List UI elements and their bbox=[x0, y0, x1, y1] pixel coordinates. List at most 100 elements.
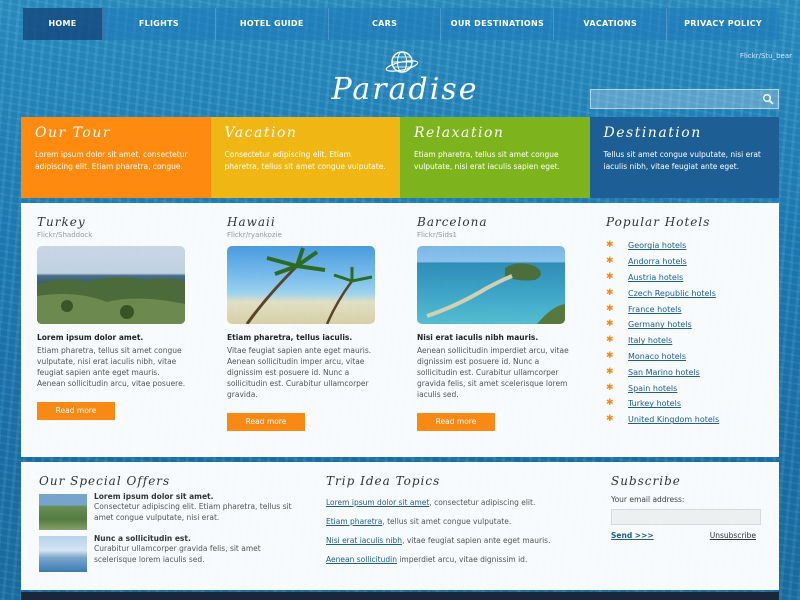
offer-thumbnail[interactable] bbox=[39, 494, 87, 530]
search-icon[interactable] bbox=[762, 93, 774, 105]
feature-banner: Our Tour Lorem ipsum dolor sit amet, con… bbox=[21, 117, 779, 198]
destination-heading: Nisi erat iaculis nibh mauris. bbox=[417, 333, 539, 342]
star-icon: ✱ bbox=[606, 303, 614, 314]
photo-credit: Flickr/ryankozie bbox=[227, 231, 282, 239]
list-item: Aenean sollicitudin imperdiet arcu, vita… bbox=[326, 555, 586, 564]
footer-bar bbox=[21, 592, 779, 600]
site-logo[interactable]: Paradise bbox=[330, 48, 480, 108]
hotel-link[interactable]: United Kingdom hotels bbox=[628, 415, 719, 424]
hotel-link[interactable]: France hotels bbox=[628, 305, 682, 314]
search-input[interactable] bbox=[591, 90, 751, 108]
read-more-button[interactable]: Read more bbox=[417, 413, 495, 431]
banner-text: Consectetur adipiscing elit. Etiam phare… bbox=[224, 150, 386, 171]
banner-title: Destination bbox=[603, 125, 702, 141]
banner-destination[interactable]: Destination Tellus sit amet congue vulpu… bbox=[589, 117, 779, 198]
destination-photo[interactable] bbox=[37, 246, 185, 324]
banner-relaxation[interactable]: Relaxation Etiam pharetra, tellus sit am… bbox=[400, 117, 590, 198]
star-icon: ✱ bbox=[606, 271, 614, 282]
destination-text: Etiam pharetra, tellus sit amet congue v… bbox=[37, 346, 186, 388]
list-item[interactable]: Lorem ipsum dolor sit amet. Consectetur … bbox=[39, 492, 299, 530]
list-item: ✱ Georgia hotels bbox=[606, 238, 766, 254]
offer-text: Curabitur ullamcorper gravida felis, sit… bbox=[94, 544, 261, 564]
star-icon: ✱ bbox=[606, 256, 614, 267]
banner-our-tour[interactable]: Our Tour Lorem ipsum dolor sit amet, con… bbox=[21, 117, 211, 198]
list-item: ✱ Turkey hotels bbox=[606, 396, 766, 412]
hotel-link[interactable]: Spain hotels bbox=[628, 384, 677, 393]
photo-credit: Flickr/Shaddock bbox=[37, 231, 93, 239]
topic-text: , vitae feugiat sapien ante eget mauris. bbox=[402, 536, 551, 545]
subscribe-title: Subscribe bbox=[611, 474, 681, 488]
destination-card-hawaii: Hawaii Flickr/ryankozie Etiam pharetra, … bbox=[227, 215, 387, 431]
banner-text: Tellus sit amet congue vulputate, nisi e… bbox=[603, 150, 761, 171]
trip-topics-title: Trip Idea Topics bbox=[326, 474, 441, 488]
special-offers: Our Special Offers Lorem ipsum dolor sit… bbox=[39, 474, 299, 572]
star-icon: ✱ bbox=[606, 382, 614, 393]
hotel-link[interactable]: Italy hotels bbox=[628, 336, 672, 345]
destination-heading: Lorem ipsum dolor amet. bbox=[37, 333, 144, 342]
nav-item-home[interactable]: HOME bbox=[23, 8, 103, 40]
special-offers-title: Our Special Offers bbox=[39, 474, 171, 488]
destination-card-barcelona: Barcelona Flickr/Sids1 Nisi erat iaculis… bbox=[417, 215, 577, 431]
popular-hotels-title: Popular Hotels bbox=[606, 215, 711, 229]
hotel-link[interactable]: Austria hotels bbox=[628, 273, 683, 282]
destination-heading: Etiam pharetra, tellus iaculis. bbox=[227, 333, 353, 342]
banner-text: Etiam pharetra, tellus sit amet congue v… bbox=[414, 150, 560, 171]
footer-content: Our Special Offers Lorem ipsum dolor sit… bbox=[21, 462, 779, 590]
topic-text: imperdiet arcu, vitae dignissim id. bbox=[396, 555, 528, 564]
banner-text: Lorem ipsum dolor sit amet, consectetur … bbox=[35, 150, 188, 171]
hotel-link[interactable]: Andorra hotels bbox=[628, 257, 687, 266]
hotel-link[interactable]: Georgia hotels bbox=[628, 241, 686, 250]
offer-text: Consectetur adipiscing elit. Etiam phare… bbox=[94, 502, 292, 522]
destination-photo[interactable] bbox=[417, 246, 565, 324]
nav-item-flights[interactable]: FLIGHTS bbox=[103, 8, 216, 40]
star-icon: ✱ bbox=[606, 319, 614, 330]
popular-hotels: Popular Hotels ✱ Georgia hotels ✱ Andorra … bbox=[606, 215, 766, 428]
trip-idea-topics: Trip Idea Topics Lorem ipsum dolor sit a… bbox=[326, 474, 586, 564]
topic-text: , tellus sit amet congue vulputate. bbox=[382, 517, 512, 526]
star-icon: ✱ bbox=[606, 398, 614, 409]
hotel-link[interactable]: Turkey hotels bbox=[628, 399, 681, 408]
list-item: ✱ Czech Republic hotels bbox=[606, 285, 766, 301]
destination-text: Vitae feugiat sapien ante eget mauris. A… bbox=[227, 346, 372, 399]
offer-thumbnail[interactable] bbox=[39, 536, 87, 572]
destination-card-turkey: Turkey Flickr/Shaddock Lorem ipsum dolor… bbox=[37, 215, 197, 420]
banner-title: Vacation bbox=[224, 125, 298, 141]
hotel-link[interactable]: Czech Republic hotels bbox=[628, 289, 716, 298]
banner-title: Relaxation bbox=[414, 125, 505, 141]
subscribe-box: Subscribe Your email address: Send >>> U… bbox=[611, 474, 771, 540]
list-item: Lorem ipsum dolor sit amet, consectetur … bbox=[326, 498, 586, 507]
nav-item-cars[interactable]: CARS bbox=[329, 8, 442, 40]
list-item: Nisi erat iaculis nibh, vitae feugiat sa… bbox=[326, 536, 586, 545]
email-field[interactable] bbox=[611, 509, 761, 525]
star-icon: ✱ bbox=[606, 350, 614, 361]
list-item[interactable]: Nunc a sollicitudin est. Curabitur ullam… bbox=[39, 534, 299, 572]
star-icon: ✱ bbox=[606, 287, 614, 298]
topic-link[interactable]: Nisi erat iaculis nibh bbox=[326, 536, 402, 545]
list-item: ✱ United Kingdom hotels bbox=[606, 412, 766, 428]
star-icon: ✱ bbox=[606, 335, 614, 346]
nav-item-hotel-guide[interactable]: HOTEL GUIDE bbox=[216, 8, 329, 40]
email-label: Your email address: bbox=[611, 495, 685, 504]
nav-item-our-destinations[interactable]: OUR DESTINATIONS bbox=[441, 8, 555, 40]
topic-link[interactable]: Lorem ipsum dolor sit amet bbox=[326, 498, 429, 507]
nav-item-vacations[interactable]: VACATIONS bbox=[554, 8, 668, 40]
read-more-button[interactable]: Read more bbox=[37, 402, 115, 420]
destination-photo[interactable] bbox=[227, 246, 375, 324]
topic-text: , consectetur adipiscing elit. bbox=[429, 498, 536, 507]
read-more-button[interactable]: Read more bbox=[227, 413, 305, 431]
hotel-link[interactable]: San Marino hotels bbox=[628, 368, 700, 377]
nav-item-privacy-policy[interactable]: PRIVACY POLICY bbox=[667, 8, 779, 40]
list-item: Etiam pharetra, tellus sit amet congue v… bbox=[326, 517, 586, 526]
topic-link[interactable]: Aenean sollicitudin bbox=[326, 555, 397, 564]
topic-link[interactable]: Etiam pharetra bbox=[326, 517, 382, 526]
main-nav: HOME FLIGHTS HOTEL GUIDE CARS OUR DESTIN… bbox=[23, 8, 779, 40]
banner-vacation[interactable]: Vacation Consectetur adipiscing elit. Et… bbox=[210, 117, 400, 198]
hotel-link[interactable]: Monaco hotels bbox=[628, 352, 686, 361]
destination-text: Aenean sollicitudin imperdiet arcu, vita… bbox=[417, 346, 569, 399]
hotel-link[interactable]: Germany hotels bbox=[628, 320, 692, 329]
star-icon: ✱ bbox=[606, 366, 614, 377]
send-button[interactable]: Send >>> bbox=[611, 531, 654, 540]
star-icon: ✱ bbox=[606, 414, 614, 425]
list-item: ✱ Spain hotels bbox=[606, 380, 766, 396]
unsubscribe-link[interactable]: Unsubscribe bbox=[710, 531, 756, 540]
